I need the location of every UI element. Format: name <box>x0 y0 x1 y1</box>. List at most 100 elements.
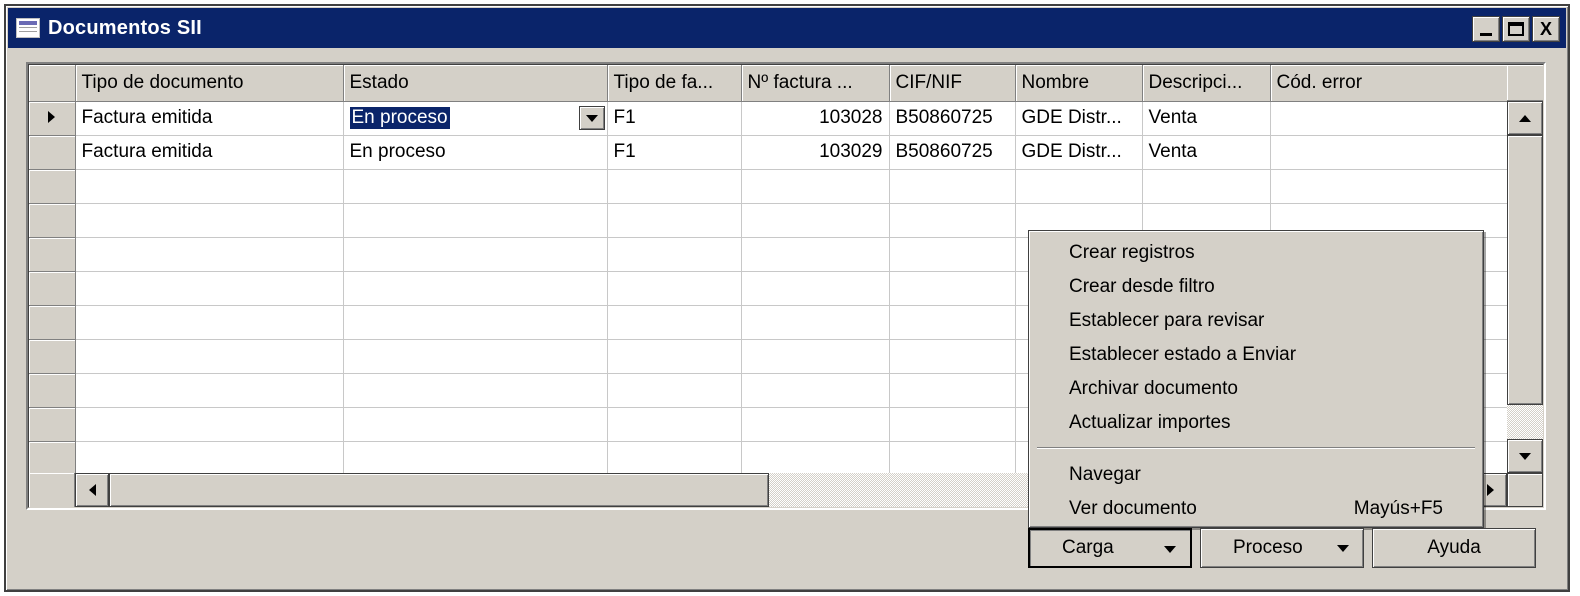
column-header-num-factura[interactable]: Nº factura ... <box>741 65 890 102</box>
menu-item-establecer-estado-enviar[interactable]: Establecer estado a Enviar <box>1069 339 1443 371</box>
row-selector[interactable] <box>29 407 76 442</box>
cell-estado[interactable]: En proceso <box>343 135 608 170</box>
scroll-down-button[interactable] <box>1507 439 1543 473</box>
empty-cell[interactable] <box>889 373 1016 408</box>
cell-cod-error[interactable] <box>1270 135 1508 170</box>
empty-cell[interactable] <box>741 441 890 476</box>
scroll-left-button[interactable] <box>75 473 109 507</box>
cell-cif-nif[interactable]: B50860725 <box>889 101 1016 136</box>
maximize-button[interactable] <box>1502 16 1530 42</box>
empty-cell[interactable] <box>741 271 890 306</box>
cell-descripcion[interactable]: Venta <box>1142 101 1271 136</box>
carga-menu-button[interactable]: Carga <box>1028 528 1192 568</box>
empty-cell[interactable] <box>607 237 742 272</box>
empty-cell[interactable] <box>343 237 608 272</box>
table-row[interactable]: Factura emitida En proceso F1 103029 B50… <box>29 135 1508 170</box>
cell-cif-nif[interactable]: B50860725 <box>889 135 1016 170</box>
empty-cell[interactable] <box>75 441 344 476</box>
empty-cell[interactable] <box>607 441 742 476</box>
empty-cell[interactable] <box>889 339 1016 374</box>
dropdown-button[interactable] <box>578 106 605 130</box>
empty-cell[interactable] <box>607 169 742 204</box>
column-header-estado[interactable]: Estado <box>343 65 608 102</box>
empty-cell[interactable] <box>741 305 890 340</box>
column-header-tipo-documento[interactable]: Tipo de documento <box>75 65 344 102</box>
column-header-tipo-factura[interactable]: Tipo de fa... <box>607 65 742 102</box>
empty-cell[interactable] <box>75 203 344 238</box>
cell-tipo-documento[interactable]: Factura emitida <box>75 101 344 136</box>
empty-cell[interactable] <box>741 237 890 272</box>
empty-cell[interactable] <box>343 373 608 408</box>
vertical-scroll-thumb[interactable] <box>1507 135 1543 405</box>
empty-cell[interactable] <box>343 407 608 442</box>
table-row[interactable]: Factura emitida En proceso F1 103028 B50… <box>29 101 1508 136</box>
column-header-descripcion[interactable]: Descripci... <box>1142 65 1271 102</box>
empty-cell[interactable] <box>75 407 344 442</box>
title-bar[interactable]: Documentos SII X <box>8 8 1566 48</box>
empty-cell[interactable] <box>75 271 344 306</box>
proceso-menu-button[interactable]: Proceso <box>1200 528 1364 568</box>
horizontal-scroll-thumb[interactable] <box>109 473 769 507</box>
vertical-scrollbar[interactable] <box>1507 101 1543 473</box>
empty-cell[interactable] <box>607 339 742 374</box>
menu-item-establecer-para-revisar[interactable]: Establecer para revisar <box>1069 305 1443 337</box>
estado-dropdown[interactable]: En proceso <box>349 102 605 135</box>
empty-cell[interactable] <box>889 407 1016 442</box>
menu-item-navegar[interactable]: Navegar <box>1069 459 1443 491</box>
menu-item-crear-registros[interactable]: Crear registros <box>1069 237 1443 269</box>
empty-cell[interactable] <box>343 441 608 476</box>
empty-cell[interactable] <box>889 305 1016 340</box>
empty-cell[interactable] <box>607 373 742 408</box>
empty-cell[interactable] <box>75 339 344 374</box>
row-selector[interactable] <box>29 101 76 136</box>
estado-value[interactable]: En proceso <box>349 107 450 129</box>
row-selector[interactable] <box>29 169 76 204</box>
empty-cell[interactable] <box>741 407 890 442</box>
empty-cell[interactable] <box>741 339 890 374</box>
cell-tipo-documento[interactable]: Factura emitida <box>75 135 344 170</box>
row-selector[interactable] <box>29 237 76 272</box>
column-header-nombre[interactable]: Nombre <box>1015 65 1143 102</box>
cell-nombre[interactable]: GDE Distr... <box>1015 135 1143 170</box>
empty-cell[interactable] <box>75 169 344 204</box>
row-selector[interactable] <box>29 305 76 340</box>
row-selector[interactable] <box>29 271 76 306</box>
cell-num-factura[interactable]: 103029 <box>741 135 890 170</box>
empty-cell[interactable] <box>607 271 742 306</box>
menu-item-crear-desde-filtro[interactable]: Crear desde filtro <box>1069 271 1443 303</box>
empty-cell[interactable] <box>741 169 890 204</box>
row-selector[interactable] <box>29 339 76 374</box>
cell-estado[interactable]: En proceso <box>343 101 608 136</box>
empty-cell[interactable] <box>889 237 1016 272</box>
row-selector[interactable] <box>29 373 76 408</box>
empty-cell[interactable] <box>741 373 890 408</box>
cell-tipo-factura[interactable]: F1 <box>607 101 742 136</box>
row-selector[interactable] <box>29 441 76 476</box>
empty-cell[interactable] <box>343 271 608 306</box>
empty-cell[interactable] <box>343 305 608 340</box>
empty-cell[interactable] <box>889 441 1016 476</box>
empty-cell[interactable] <box>1270 169 1508 204</box>
cell-nombre[interactable]: GDE Distr... <box>1015 101 1143 136</box>
minimize-button[interactable] <box>1472 16 1500 42</box>
cell-cod-error[interactable] <box>1270 101 1508 136</box>
empty-cell[interactable] <box>75 305 344 340</box>
empty-cell[interactable] <box>75 373 344 408</box>
empty-cell[interactable] <box>889 203 1016 238</box>
empty-cell[interactable] <box>343 203 608 238</box>
empty-cell[interactable] <box>607 407 742 442</box>
column-header-cod-error[interactable]: Cód. error <box>1270 65 1508 102</box>
scroll-up-button[interactable] <box>1507 101 1543 135</box>
column-header-cif-nif[interactable]: CIF/NIF <box>889 65 1016 102</box>
empty-cell[interactable] <box>1015 169 1143 204</box>
cell-descripcion[interactable]: Venta <box>1142 135 1271 170</box>
row-selector[interactable] <box>29 135 76 170</box>
empty-cell[interactable] <box>1142 169 1271 204</box>
ayuda-button[interactable]: Ayuda <box>1372 528 1536 568</box>
row-selector-header[interactable] <box>29 65 76 102</box>
empty-cell[interactable] <box>343 169 608 204</box>
cell-num-factura[interactable]: 103028 <box>741 101 890 136</box>
menu-item-actualizar-importes[interactable]: Actualizar importes <box>1069 407 1443 439</box>
row-selector[interactable] <box>29 203 76 238</box>
empty-cell[interactable] <box>343 339 608 374</box>
